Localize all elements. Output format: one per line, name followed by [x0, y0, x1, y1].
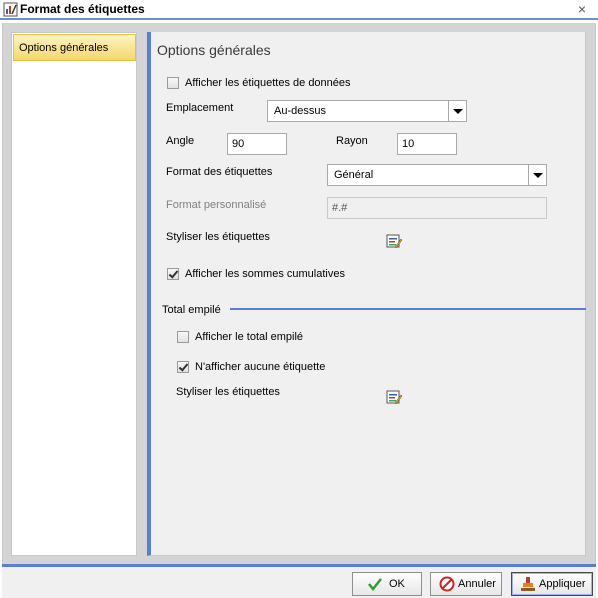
label-format-value: Général	[334, 169, 374, 181]
show-cumulative-checkbox[interactable]	[167, 268, 179, 280]
show-stacked-total-checkbox[interactable]	[177, 331, 189, 343]
placement-label: Emplacement	[166, 102, 234, 114]
style-labels-label: Styliser les étiquettes	[166, 231, 270, 243]
label-format-label: Format des étiquettes	[166, 166, 273, 178]
radius-label: Rayon	[336, 135, 368, 147]
show-data-labels-label: Afficher les étiquettes de données	[185, 77, 351, 89]
cancel-icon	[439, 576, 455, 592]
window-title: Format des étiquettes	[20, 2, 145, 16]
ok-button-label: OK	[389, 578, 405, 590]
placement-value: Au-dessus	[274, 105, 326, 117]
title-bar: Format des étiquettes ×	[0, 0, 598, 20]
apply-button-label: Appliquer	[539, 578, 586, 590]
custom-format-label: Format personnalisé	[166, 199, 267, 211]
stamp-icon	[521, 577, 535, 591]
apply-button[interactable]: Appliquer	[511, 572, 593, 596]
nav-item-general-options[interactable]: Options générales	[13, 34, 136, 61]
angle-label: Angle	[166, 135, 195, 147]
chevron-down-icon[interactable]	[448, 101, 466, 121]
panel-title: Options générales	[157, 42, 271, 58]
stacked-total-section-title: Total empilé	[162, 304, 221, 316]
no-label-label: N'afficher aucune étiquette	[195, 361, 326, 373]
checkmark-icon	[368, 578, 382, 592]
dialog-footer	[2, 564, 596, 598]
stacked-style-labels-label: Styliser les étiquettes	[176, 386, 280, 398]
stacked-style-labels-icon[interactable]	[386, 389, 402, 405]
no-label-checkbox[interactable]	[177, 361, 189, 373]
placement-select[interactable]: Au-dessus	[267, 100, 467, 122]
chevron-down-icon[interactable]	[528, 165, 546, 185]
label-format-select[interactable]: Général	[327, 164, 547, 186]
cancel-button[interactable]: Annuler	[430, 572, 502, 596]
custom-format-input	[327, 197, 547, 219]
show-data-labels-checkbox[interactable]	[167, 77, 179, 89]
show-cumulative-label: Afficher les sommes cumulatives	[185, 268, 345, 280]
format-labels-icon	[3, 2, 18, 17]
section-divider	[230, 308, 586, 310]
cancel-button-label: Annuler	[458, 578, 496, 590]
radius-input[interactable]	[397, 133, 457, 155]
show-stacked-total-label: Afficher le total empilé	[195, 331, 304, 343]
options-nav: Options générales	[11, 32, 137, 556]
close-button[interactable]: ×	[575, 2, 589, 16]
ok-button[interactable]: OK	[352, 572, 422, 596]
angle-input[interactable]	[227, 133, 287, 155]
style-labels-icon[interactable]	[386, 233, 402, 249]
